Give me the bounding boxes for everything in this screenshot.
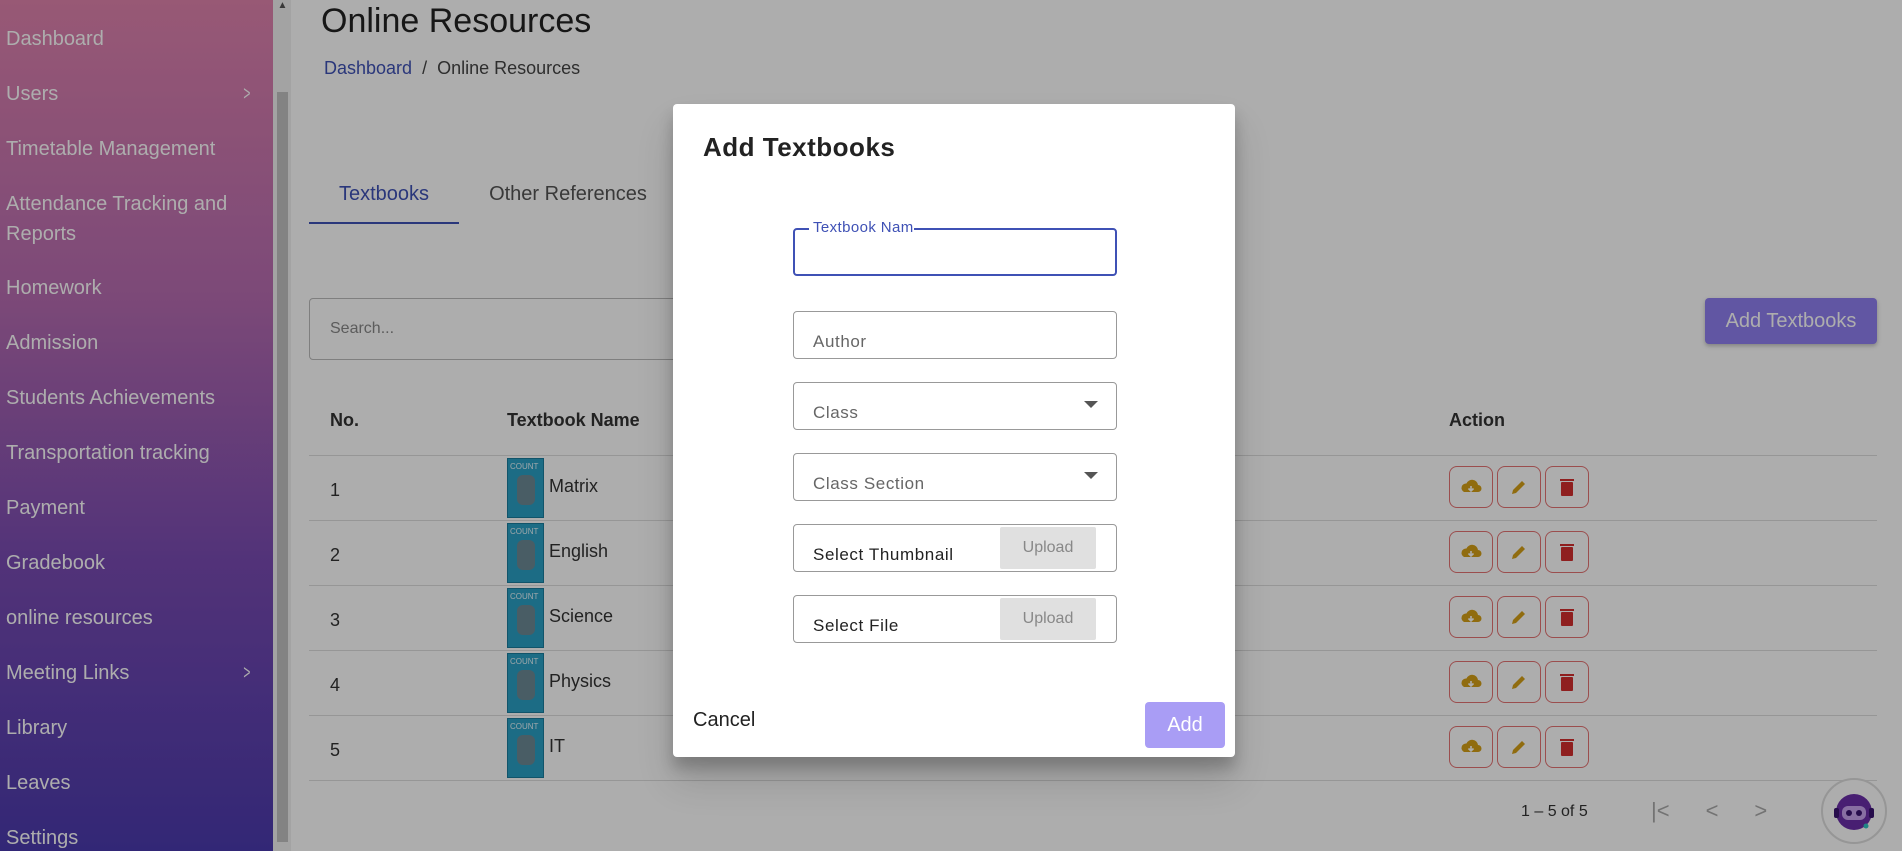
add-textbooks-dialog: Add Textbooks Textbook Name Author Class… xyxy=(673,104,1235,757)
select-file-label: Select File xyxy=(813,616,899,635)
textbook-name-label: Textbook Name xyxy=(809,219,914,236)
class-label: Class xyxy=(813,403,859,422)
class-section-label: Class Section xyxy=(813,474,925,493)
author-label: Author xyxy=(813,332,867,351)
caret-down-icon xyxy=(1084,401,1098,408)
cancel-button[interactable]: Cancel xyxy=(693,709,755,732)
thumbnail-file-field: Select Thumbnail Upload xyxy=(793,524,1117,572)
dialog-title: Add Textbooks xyxy=(703,132,896,162)
author-field[interactable]: Author xyxy=(793,311,1117,359)
upload-file-button[interactable]: Upload xyxy=(1000,598,1096,640)
upload-thumbnail-button[interactable]: Upload xyxy=(1000,527,1096,569)
caret-down-icon xyxy=(1084,472,1098,479)
class-select[interactable]: Class xyxy=(793,382,1117,430)
file-field: Select File Upload xyxy=(793,595,1117,643)
textbook-name-field[interactable]: Textbook Name xyxy=(793,219,1117,276)
add-button[interactable]: Add xyxy=(1145,702,1225,748)
select-thumbnail-label: Select Thumbnail xyxy=(813,545,954,564)
class-section-select[interactable]: Class Section xyxy=(793,453,1117,501)
